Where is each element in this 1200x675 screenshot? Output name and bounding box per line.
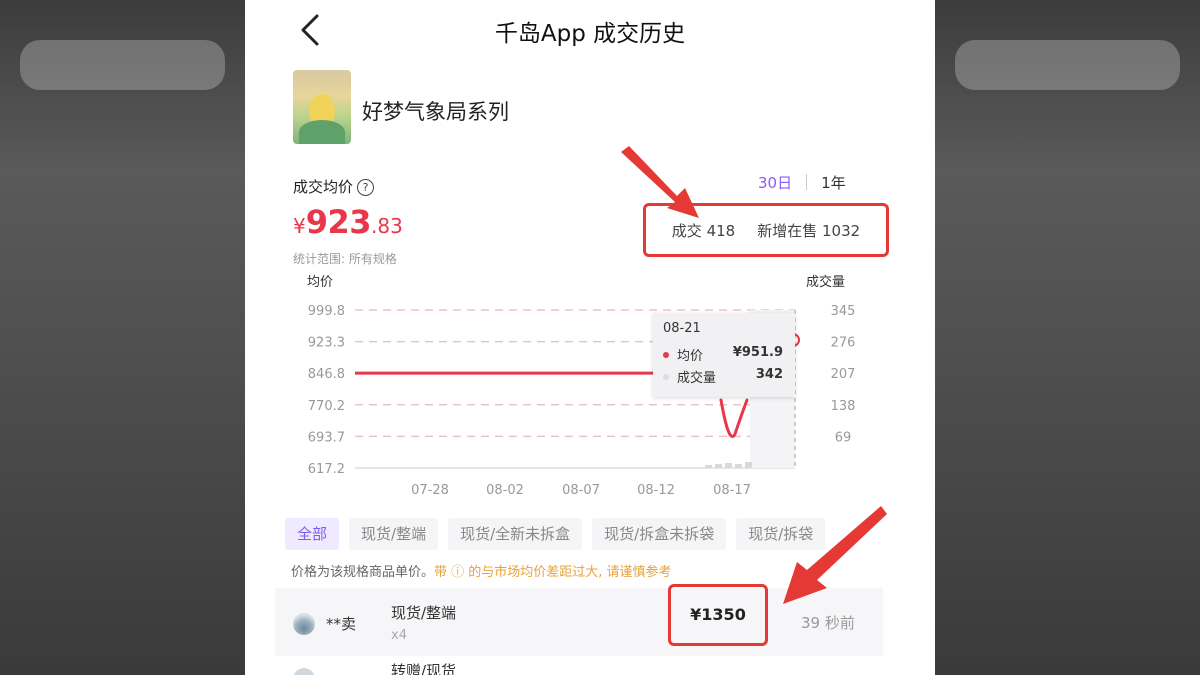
y2-tick-label: 276 bbox=[831, 336, 856, 351]
tab-1-year[interactable]: 1年 bbox=[821, 174, 846, 192]
price-notice: 价格为该规格商品单价。带 ⓘ 的与市场均价差距过大, 请谨慎参考 bbox=[291, 561, 672, 580]
avg-price-value: ¥923.83 bbox=[293, 203, 403, 241]
tooltip-volume-value: 342 bbox=[755, 367, 783, 382]
volume-bar bbox=[745, 462, 752, 468]
filter-chip-all[interactable]: 全部 bbox=[285, 518, 340, 550]
y-tick-label: 846.8 bbox=[308, 367, 345, 382]
deals-label: 成交 bbox=[671, 221, 702, 240]
y2-tick-label: 207 bbox=[831, 367, 856, 382]
x-tick-label: 08-17 bbox=[713, 483, 751, 498]
tooltip-date: 08-21 bbox=[663, 321, 701, 336]
tooltip-volume-label: 成交量 bbox=[677, 371, 717, 386]
y2-tick-label: 345 bbox=[831, 304, 856, 319]
price-decimal: .83 bbox=[371, 214, 403, 238]
volume-bar bbox=[715, 464, 722, 468]
seller-name: **卖 bbox=[326, 615, 357, 633]
record-time: 39 秒前 bbox=[801, 614, 855, 632]
tooltip-avg-label: 均价 bbox=[677, 349, 704, 364]
volume-bar bbox=[735, 464, 742, 468]
arrow-icon bbox=[783, 506, 887, 604]
y-tick-label: 617.2 bbox=[308, 462, 345, 477]
volume-bar bbox=[705, 465, 712, 468]
y2-axis-title: 成交量 bbox=[806, 275, 846, 290]
y-tick-label: 923.3 bbox=[308, 336, 345, 351]
series-name: 好梦气象局系列 bbox=[362, 100, 509, 124]
product-thumbnail[interactable] bbox=[293, 70, 351, 144]
period-tabs: 30日 1年 bbox=[758, 172, 846, 193]
record-price: ¥1350 bbox=[668, 584, 768, 646]
filter-chip-spot-set[interactable]: 现货/整端 bbox=[349, 518, 439, 550]
y-tick-label: 693.7 bbox=[308, 430, 345, 445]
arrow-icon bbox=[621, 146, 699, 218]
avatar bbox=[293, 613, 315, 635]
avatar bbox=[293, 668, 315, 675]
new-listing-value: 1032 bbox=[822, 221, 861, 240]
volume-dot-icon bbox=[663, 374, 669, 380]
x-tick-label: 08-07 bbox=[562, 483, 600, 498]
avg-price-label-text: 成交均价 bbox=[293, 178, 354, 196]
chart-tooltip: 08-21 均价 ¥951.9 成交量 342 bbox=[653, 313, 795, 397]
spec-filter-row: 全部 现货/整端 现货/全新未拆盒 现货/拆盒未拆袋 现货/拆袋 bbox=[285, 518, 826, 550]
blurred-background-left bbox=[0, 0, 245, 675]
range-note: 统计范围: 所有规格 bbox=[293, 252, 397, 266]
record-spec: 现货/整端 bbox=[391, 604, 457, 622]
tab-30-days[interactable]: 30日 bbox=[758, 174, 792, 192]
deals-value: 418 bbox=[706, 221, 736, 240]
x-tick-label: 08-12 bbox=[637, 483, 675, 498]
deals-count: 成交 418 bbox=[672, 220, 735, 241]
y2-tick-label: 138 bbox=[831, 399, 856, 414]
currency-symbol: ¥ bbox=[293, 214, 306, 238]
avg-dot-icon bbox=[663, 352, 669, 358]
help-icon[interactable]: ? bbox=[357, 179, 375, 196]
tooltip-avg-value: ¥951.9 bbox=[732, 345, 783, 360]
price-chart[interactable]: 999.8 345 923.3 276 846.8 207 770.2 138 693.7 69 6… bbox=[285, 296, 905, 506]
x-tick-label: 08-02 bbox=[486, 483, 524, 498]
y2-tick-label: 69 bbox=[835, 430, 852, 445]
notice-warning: 带 ⓘ 的与市场均价差距过大, 请谨慎参考 bbox=[434, 565, 672, 580]
app-screen: 千岛App 成交历史 好梦气象局系列 成交均价? ¥923.83 统计范围: 所… bbox=[245, 0, 935, 675]
x-tick-label: 07-28 bbox=[411, 483, 449, 498]
filter-chip-spot-open-box[interactable]: 现货/拆盒未拆袋 bbox=[592, 518, 727, 550]
page-title: 千岛App 成交历史 bbox=[494, 21, 686, 47]
blurred-background-right bbox=[935, 0, 1200, 675]
tooltip-volume-row: 成交量 342 bbox=[663, 367, 787, 386]
avg-price-label: 成交均价? bbox=[293, 176, 375, 197]
tooltip-avg-row: 均价 ¥951.9 bbox=[663, 345, 787, 364]
record-quantity: x4 bbox=[391, 628, 407, 643]
y-tick-label: 999.8 bbox=[308, 304, 345, 319]
tab-divider bbox=[806, 174, 808, 190]
filter-chip-spot-sealed-box[interactable]: 现货/全新未拆盒 bbox=[448, 518, 583, 550]
volume-bar bbox=[725, 463, 732, 468]
y-tick-label: 770.2 bbox=[308, 399, 345, 414]
y-axis-title: 均价 bbox=[307, 275, 334, 290]
notice-text: 价格为该规格商品单价。 bbox=[291, 565, 435, 580]
record-spec: 转赠/现货 bbox=[391, 662, 457, 675]
price-integer: 923 bbox=[305, 203, 372, 241]
new-listing-count: 新增在售 1032 bbox=[757, 220, 860, 241]
new-listing-label: 新增在售 bbox=[757, 221, 818, 240]
